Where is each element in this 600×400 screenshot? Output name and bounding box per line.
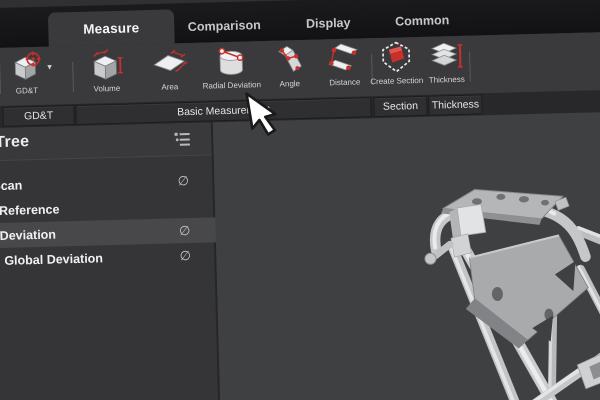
- distance-measure-icon: [326, 42, 363, 75]
- gdt-button[interactable]: GD&T: [0, 50, 62, 96]
- ribbon-button-label: Distance: [329, 78, 360, 88]
- area-plane-measure-icon: [151, 47, 188, 80]
- tab-common[interactable]: Common: [382, 8, 463, 34]
- area-button[interactable]: Area: [134, 47, 205, 93]
- gdt-cube-target-icon: [8, 51, 45, 84]
- tab-measure[interactable]: Measure: [48, 9, 175, 46]
- tree-item-label: Global Deviation: [4, 251, 103, 268]
- volume-cube-measure-icon: [88, 49, 125, 82]
- radial-deviation-cylinder-icon: [213, 45, 250, 78]
- visibility-off-icon[interactable]: ∅: [174, 172, 192, 188]
- gdt-dropdown-caret-icon[interactable]: ▾: [47, 63, 52, 72]
- thickness-button[interactable]: Thickness: [411, 39, 482, 85]
- ribbon-button-label: Volume: [93, 84, 120, 94]
- ribbon-button-label: Thickness: [429, 75, 465, 85]
- ribbon-button-label: Area: [161, 82, 178, 91]
- group-label-section: Section: [373, 96, 428, 117]
- angle-measure-icon: [271, 44, 308, 77]
- ribbon-button-label: GD&T: [16, 86, 38, 96]
- tubular-frame-model: [404, 173, 600, 400]
- ribbon-button-label: Angle: [279, 79, 300, 89]
- ribbon-button-label: Radial Deviation: [203, 80, 261, 91]
- tree-item-label: Deviation: [0, 227, 56, 242]
- tree-item-label: Scan: [0, 178, 22, 193]
- app-window: Measure Comparison Display Common: [0, 0, 600, 400]
- tree-panel-header: Tree: [0, 122, 212, 161]
- tree-item-global-deviation[interactable]: Global Deviation ∅: [0, 242, 243, 274]
- tree-panel-title: Tree: [0, 133, 30, 152]
- tab-display[interactable]: Display: [288, 10, 369, 36]
- stage: Measure Comparison Display Common: [0, 0, 600, 400]
- mouse-cursor-icon: [242, 91, 277, 140]
- visibility-off-icon[interactable]: ∅: [176, 247, 194, 263]
- volume-button[interactable]: Volume: [71, 48, 142, 94]
- thickness-stack-icon: [428, 40, 465, 73]
- model-tree-panel: Tree Scan ∅ Reference Deviation ∅: [0, 122, 221, 400]
- tree-item-label: Reference: [0, 202, 60, 218]
- group-label-gdt: GD&T: [2, 105, 74, 127]
- create-section-icon: [378, 41, 415, 74]
- group-label-thickness: Thickness: [428, 94, 483, 115]
- tab-comparison[interactable]: Comparison: [174, 13, 275, 40]
- visibility-off-icon[interactable]: ∅: [175, 222, 193, 238]
- viewport-3d[interactable]: [213, 111, 600, 400]
- tree-options-icon[interactable]: [173, 131, 191, 147]
